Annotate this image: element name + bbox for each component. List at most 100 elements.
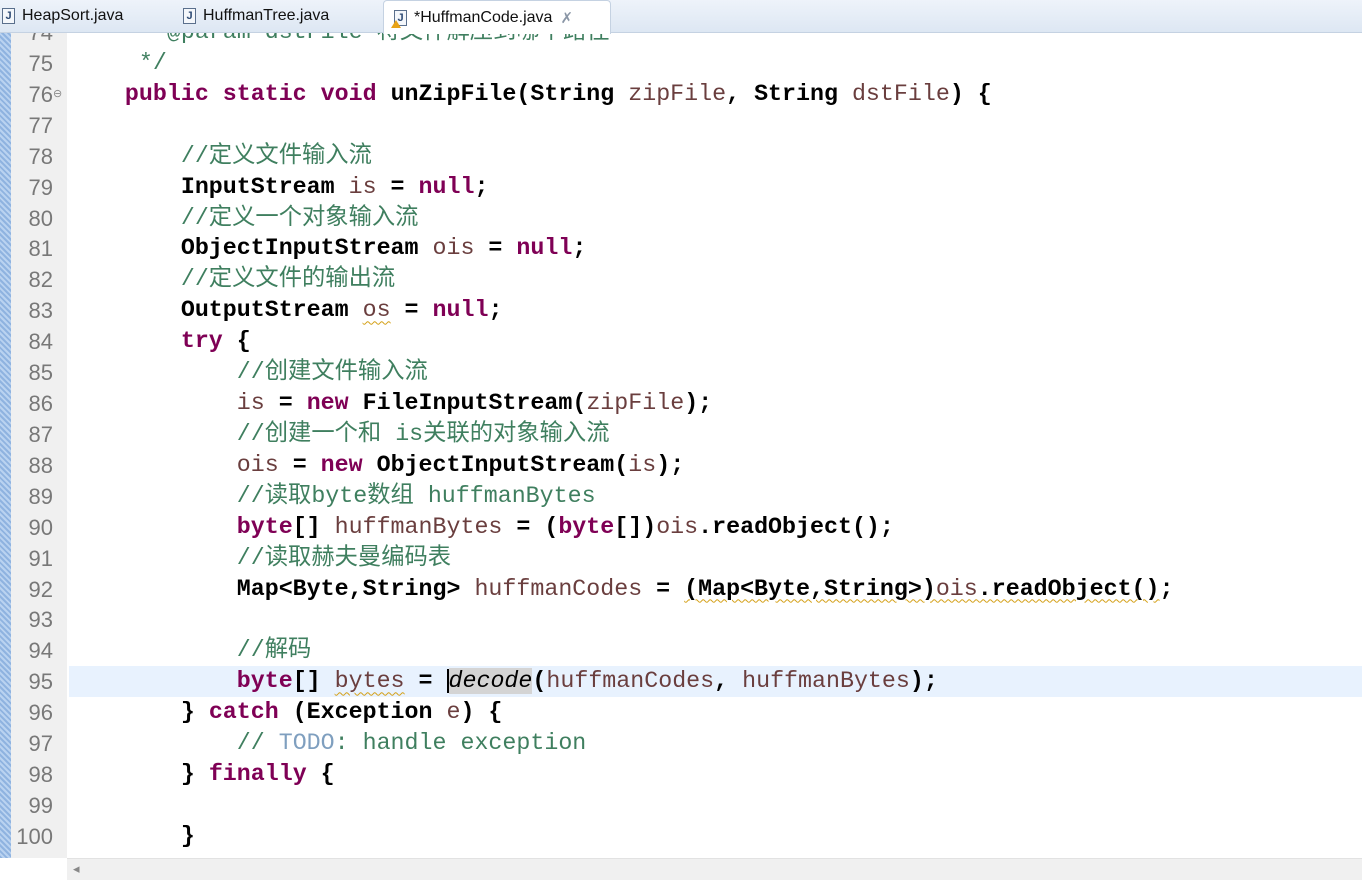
code-line[interactable]: OutputStream os = null; 83 bbox=[0, 295, 1362, 326]
tab-huffmancode[interactable]: J *HuffmanCode.java ✗ bbox=[383, 0, 611, 34]
code-text[interactable]: //定义文件输入流 bbox=[69, 141, 1362, 172]
code-text[interactable]: } catch (Exception e) { bbox=[69, 697, 1362, 728]
code-editor[interactable]: * @param dstFile 将文件解压到哪个路径 74 */ 75 publi… bbox=[0, 32, 1362, 858]
code-text[interactable]: OutputStream os = null; bbox=[69, 295, 1362, 326]
keyword: byte bbox=[558, 513, 615, 540]
horizontal-scrollbar[interactable]: ◂ bbox=[67, 858, 1362, 880]
code-token: } bbox=[69, 761, 209, 788]
java-file-icon: J bbox=[183, 8, 196, 24]
code-text[interactable] bbox=[69, 604, 1362, 635]
line-number: 98 bbox=[28, 762, 53, 788]
variable: ois bbox=[236, 451, 279, 478]
code-line[interactable]: //定义一个对象输入流 80 bbox=[0, 203, 1362, 234]
code-line[interactable]: 77 bbox=[0, 110, 1362, 141]
code-text[interactable]: Map<Byte,String> huffmanCodes = (Map<Byt… bbox=[69, 574, 1362, 605]
code-line[interactable]: is = new FileInputStream(zipFile); 86 bbox=[0, 388, 1362, 419]
code-token: ); bbox=[656, 451, 685, 478]
code-line[interactable]: //读取byte数组 huffmanBytes 89 bbox=[0, 481, 1362, 512]
code-line[interactable]: byte[] huffmanBytes = (byte[])ois.readOb… bbox=[0, 512, 1362, 543]
variable: ois bbox=[432, 235, 475, 262]
comment: : handle exception bbox=[334, 730, 587, 757]
close-tab-icon[interactable]: ✗ bbox=[560, 9, 573, 27]
scroll-left-icon[interactable]: ◂ bbox=[73, 861, 80, 877]
code-token: } bbox=[69, 822, 195, 849]
code-line[interactable]: * @param dstFile 将文件解压到哪个路径 74 bbox=[0, 32, 1362, 48]
line-number: 93 bbox=[28, 607, 53, 633]
code-line[interactable]: //创建文件输入流 85 bbox=[0, 357, 1362, 388]
code-line[interactable]: InputStream is = null; 79 bbox=[0, 172, 1362, 203]
comment: //解码 bbox=[69, 637, 312, 664]
code-token: ; bbox=[488, 297, 503, 324]
code-text[interactable]: // TODO: handle exception bbox=[69, 728, 1362, 759]
code-text[interactable]: //定义文件的输出流 bbox=[69, 264, 1362, 295]
line-number: 78 bbox=[28, 143, 53, 169]
todo-tag: TODO bbox=[278, 730, 335, 757]
code-token: = bbox=[376, 173, 419, 200]
code-text[interactable]: byte[] huffmanBytes = (byte[])ois.readOb… bbox=[69, 512, 1362, 543]
code-line[interactable]: Map<Byte,String> huffmanCodes = (Map<Byt… bbox=[0, 574, 1362, 605]
line-number: 100 bbox=[16, 823, 53, 849]
code-line[interactable]: public static void unZipFile(String zipF… bbox=[0, 79, 1362, 110]
variable: huffmanCodes bbox=[546, 668, 715, 695]
code-token: = bbox=[404, 668, 447, 695]
tab-huffmantree[interactable]: J HuffmanTree.java bbox=[183, 0, 373, 32]
code-line[interactable]: //创建一个和 is关联的对象输入流 87 bbox=[0, 419, 1362, 450]
tab-heapsort[interactable]: J HeapSort.java bbox=[0, 0, 172, 32]
code-text[interactable]: ois = new ObjectInputStream(is); bbox=[69, 450, 1362, 481]
code-token: [] bbox=[292, 513, 335, 540]
code-line[interactable]: ois = new ObjectInputStream(is); 88 bbox=[0, 450, 1362, 481]
code-text[interactable]: //创建文件输入流 bbox=[69, 357, 1362, 388]
code-line[interactable]: } finally { 98 bbox=[0, 759, 1362, 790]
code-text[interactable]: //读取byte数组 huffmanBytes bbox=[69, 481, 1362, 512]
code-text[interactable]: try { bbox=[69, 326, 1362, 357]
code-text[interactable]: //读取赫夫曼编码表 bbox=[69, 543, 1362, 574]
code-token: (Map<Byte,String>) bbox=[684, 575, 936, 602]
fold-toggle-icon[interactable]: ⊖ bbox=[53, 87, 62, 100]
code-line[interactable]: ObjectInputStream ois = null; 81 bbox=[0, 233, 1362, 264]
code-text[interactable]: */ bbox=[69, 48, 1362, 79]
code-token: = bbox=[390, 297, 433, 324]
keyword: null bbox=[432, 297, 489, 324]
code-text[interactable]: * @param dstFile 将文件解压到哪个路径 bbox=[69, 32, 1362, 48]
code-line[interactable]: //定义文件的输出流 82 bbox=[0, 264, 1362, 295]
line-number: 95 bbox=[28, 669, 53, 695]
code-text[interactable]: } finally { bbox=[69, 759, 1362, 790]
code-text[interactable]: byte[] bytes = decode(huffmanCodes, huff… bbox=[69, 666, 1362, 698]
comment: //读取赫夫曼编码表 bbox=[69, 544, 452, 571]
code-text[interactable] bbox=[69, 790, 1362, 821]
code-text[interactable]: //创建一个和 is关联的对象输入流 bbox=[69, 419, 1362, 450]
line-number: 80 bbox=[28, 205, 53, 231]
code-text[interactable]: InputStream is = null; bbox=[69, 172, 1362, 203]
line-number: 90 bbox=[28, 514, 53, 540]
code-line[interactable]: } 100 bbox=[0, 821, 1362, 852]
line-number: 89 bbox=[28, 483, 53, 509]
code-text[interactable]: } bbox=[69, 821, 1362, 852]
code-line[interactable]: 93 bbox=[0, 604, 1362, 635]
tab-label: *HuffmanCode.java bbox=[414, 8, 553, 26]
code-line[interactable]: //解码 94 bbox=[0, 635, 1362, 666]
code-text[interactable]: //解码 bbox=[69, 635, 1362, 666]
code-text[interactable]: ObjectInputStream ois = null; bbox=[69, 233, 1362, 264]
line-number: 85 bbox=[28, 360, 53, 386]
code-text[interactable]: is = new FileInputStream(zipFile); bbox=[69, 388, 1362, 419]
code-line[interactable]: } catch (Exception e) {96 bbox=[0, 697, 1362, 728]
code-line[interactable]: 99 bbox=[0, 790, 1362, 821]
line-number: 81 bbox=[28, 236, 53, 262]
comment: */ bbox=[69, 49, 167, 76]
code-token: ; bbox=[474, 173, 489, 200]
code-line[interactable]: // TODO: handle exception 97 bbox=[0, 728, 1362, 759]
code-line[interactable]: byte[] bytes = decode(huffmanCodes, huff… bbox=[0, 666, 1362, 698]
keyword: finally bbox=[208, 761, 307, 788]
code-text[interactable] bbox=[69, 110, 1362, 141]
code-text[interactable]: //定义一个对象输入流 bbox=[69, 203, 1362, 234]
code-line[interactable]: try {84 bbox=[0, 326, 1362, 357]
code-token: FileInputStream( bbox=[348, 390, 587, 417]
code-line[interactable]: //定义文件输入流 78 bbox=[0, 141, 1362, 172]
annotation-ruler bbox=[0, 32, 11, 858]
code-token: = bbox=[278, 451, 321, 478]
variable: e bbox=[446, 699, 461, 726]
code-line[interactable]: */ 75 bbox=[0, 48, 1362, 79]
code-text[interactable]: public static void unZipFile(String zipF… bbox=[69, 79, 1362, 110]
code-line[interactable]: //读取赫夫曼编码表 91 bbox=[0, 543, 1362, 574]
